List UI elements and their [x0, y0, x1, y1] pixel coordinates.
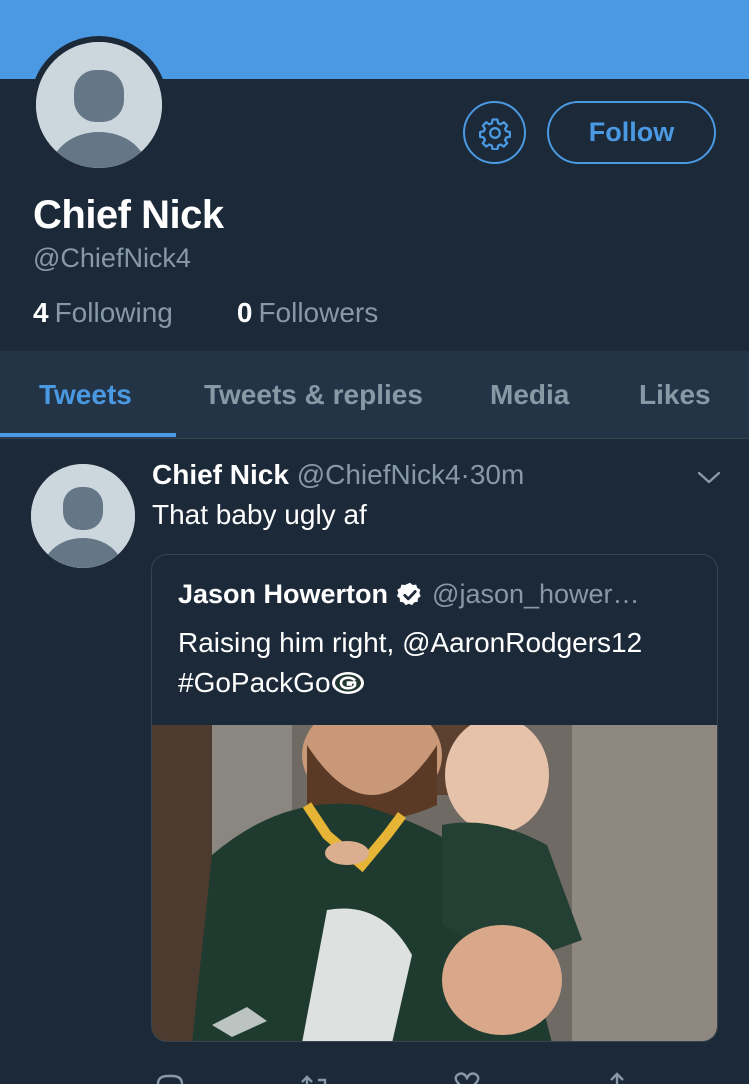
- profile-handle: @ChiefNick4: [33, 243, 191, 273]
- default-avatar-icon: [31, 464, 135, 568]
- reply-icon[interactable]: [152, 1068, 186, 1084]
- tweet-header: Chief Nick @ChiefNick4·30m: [152, 459, 524, 491]
- followers-label: Followers: [258, 297, 379, 328]
- quoted-tweet-photo[interactable]: [152, 725, 718, 1042]
- following-count: 4: [33, 297, 49, 328]
- followers-count: 0: [236, 297, 253, 328]
- profile-avatar[interactable]: [30, 36, 168, 174]
- quoted-tweet-text: Raising him right, @AaronRodgers12 #GoPa…: [178, 623, 698, 703]
- verified-badge-icon: [396, 582, 421, 605]
- hashtag-link[interactable]: #GoPackGo: [178, 667, 331, 698]
- chevron-down-icon[interactable]: [696, 468, 722, 488]
- quoted-tweet-header: Jason Howerton @jason_hower…: [178, 579, 640, 610]
- tweet-text: That baby ugly af: [152, 499, 367, 530]
- tweet-avatar[interactable]: [31, 464, 135, 568]
- settings-button[interactable]: [463, 101, 526, 164]
- tab-media[interactable]: Media: [490, 351, 569, 439]
- like-icon[interactable]: [450, 1068, 484, 1084]
- tweet-author-name[interactable]: Chief Nick: [152, 459, 289, 490]
- quoted-author-name: Jason Howerton: [178, 579, 389, 609]
- tweet-timestamp[interactable]: 30m: [470, 459, 524, 490]
- tweet-actions: [0, 1060, 749, 1084]
- active-tab-indicator: [0, 433, 176, 437]
- default-avatar-icon: [36, 42, 162, 168]
- following-label: Following: [54, 297, 173, 328]
- packers-logo-icon: [331, 672, 364, 694]
- profile-stats: 4 Following 0 Followers: [33, 297, 442, 329]
- quoted-author-handle: @jason_hower…: [432, 579, 640, 609]
- quoted-text-line-1: Raising him right, @AaronRodgers12: [178, 627, 643, 658]
- quoted-tweet[interactable]: Jason Howerton @jason_hower… Raising him…: [151, 554, 718, 1042]
- profile-display-name: Chief Nick: [33, 193, 224, 237]
- tweet-separator: ·: [460, 459, 470, 490]
- retweet-icon[interactable]: [298, 1068, 332, 1084]
- tab-likes[interactable]: Likes: [639, 351, 711, 439]
- share-icon[interactable]: [600, 1068, 634, 1084]
- tweet-author-handle[interactable]: @ChiefNick4: [297, 459, 461, 490]
- gear-icon: [478, 117, 511, 150]
- tab-tweets[interactable]: Tweets: [39, 351, 132, 439]
- profile-tabs: Tweets Tweets & replies Media Likes: [0, 351, 749, 439]
- tab-tweets-replies[interactable]: Tweets & replies: [204, 351, 423, 439]
- followers-stat[interactable]: 0 Followers: [237, 297, 378, 329]
- follow-button[interactable]: Follow: [547, 101, 716, 164]
- following-stat[interactable]: 4 Following: [33, 297, 173, 329]
